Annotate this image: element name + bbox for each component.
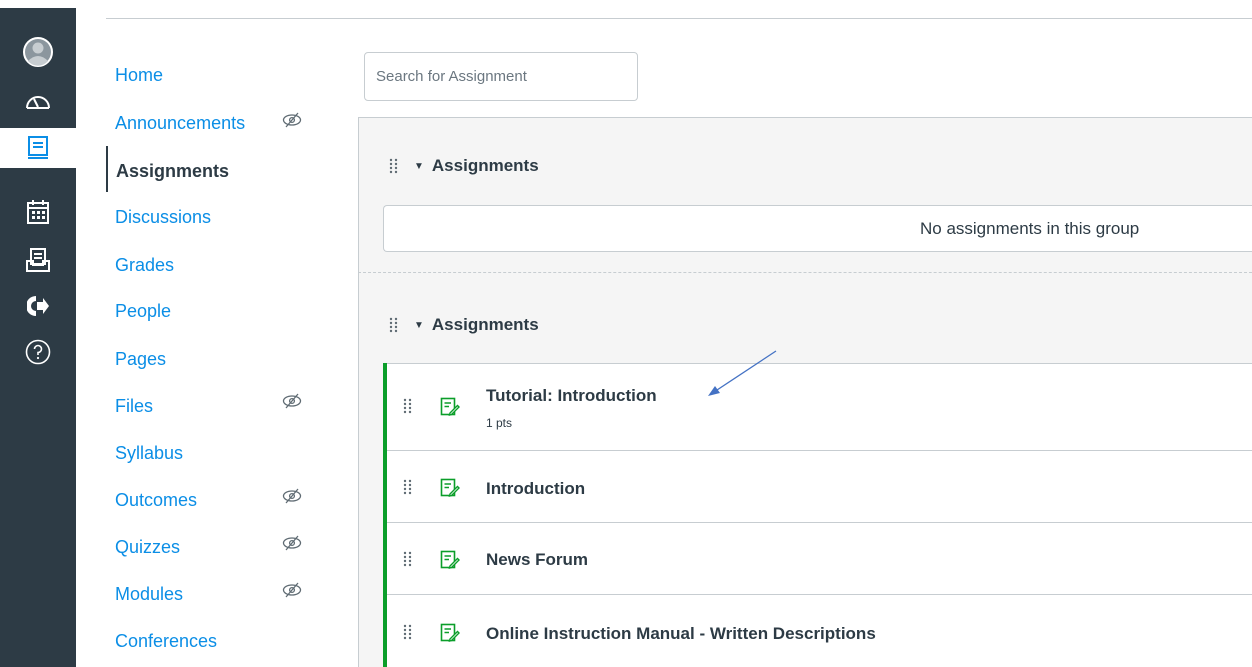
assignment-title[interactable]: News Forum	[486, 550, 588, 570]
group-title: Assignments	[431, 156, 539, 175]
course-nav-people[interactable]: People	[115, 301, 171, 322]
inbox-icon[interactable]	[0, 240, 76, 280]
group-title: Assignments	[431, 315, 539, 334]
courses-icon[interactable]	[0, 128, 76, 168]
search-input[interactable]	[364, 52, 638, 101]
published-indicator	[383, 363, 387, 667]
course-nav-syllabus[interactable]: Syllabus	[115, 443, 183, 464]
annotation-arrow-icon	[708, 350, 777, 396]
hidden-eye-icon	[282, 393, 302, 409]
assignment-icon	[440, 478, 460, 497]
caret-down-icon[interactable]: ▼	[414, 320, 424, 331]
course-nav-assignments[interactable]: Assignments	[116, 161, 229, 182]
assignment-points: 1 pts	[486, 416, 513, 430]
drag-handle-icon[interactable]	[389, 317, 399, 333]
canvas-page: Home Announcements Assignments Discussio…	[0, 0, 1252, 667]
drag-handle-icon[interactable]	[403, 551, 413, 567]
group-divider	[358, 272, 1252, 273]
drag-handle-icon[interactable]	[403, 398, 413, 414]
commons-icon[interactable]	[0, 286, 76, 326]
assignment-icon	[440, 397, 460, 416]
empty-group-message: No assignments in this group	[920, 219, 1140, 238]
assignment-group-header[interactable]: ▼ Assignments	[414, 315, 539, 335]
course-nav-discussions[interactable]: Discussions	[115, 207, 211, 228]
caret-down-icon[interactable]: ▼	[414, 161, 424, 172]
course-nav-conferences[interactable]: Conferences	[115, 631, 217, 652]
assignment-group-header[interactable]: ▼ Assignments	[414, 156, 539, 176]
course-nav-modules[interactable]: Modules	[115, 584, 183, 605]
active-indicator	[106, 146, 108, 192]
header-divider	[106, 18, 1252, 19]
hidden-eye-icon	[282, 582, 302, 598]
calendar-icon[interactable]	[0, 192, 76, 232]
hidden-eye-icon	[282, 488, 302, 504]
help-icon[interactable]	[0, 332, 76, 372]
course-nav-files[interactable]: Files	[115, 396, 153, 417]
assignment-title[interactable]: Online Instruction Manual - Written Desc…	[486, 624, 876, 644]
assignment-title[interactable]: Introduction	[486, 479, 585, 499]
course-nav-pages[interactable]: Pages	[115, 349, 166, 370]
assignment-icon	[440, 623, 460, 642]
hidden-eye-icon	[282, 535, 302, 551]
assignment-row[interactable]	[383, 363, 1252, 451]
drag-handle-icon[interactable]	[403, 479, 413, 495]
global-nav	[0, 8, 76, 667]
assignment-title[interactable]: Tutorial: Introduction	[486, 386, 657, 406]
assignment-icon	[440, 550, 460, 569]
drag-handle-icon[interactable]	[389, 158, 399, 174]
hidden-eye-icon	[282, 112, 302, 128]
drag-handle-icon[interactable]	[403, 624, 413, 640]
course-nav-home[interactable]: Home	[115, 65, 163, 86]
account-icon[interactable]	[0, 32, 76, 72]
course-nav-quizzes[interactable]: Quizzes	[115, 537, 180, 558]
course-nav-outcomes[interactable]: Outcomes	[115, 490, 197, 511]
dashboard-icon[interactable]	[0, 80, 76, 120]
course-nav-grades[interactable]: Grades	[115, 255, 174, 276]
course-nav-announcements[interactable]: Announcements	[115, 113, 245, 134]
